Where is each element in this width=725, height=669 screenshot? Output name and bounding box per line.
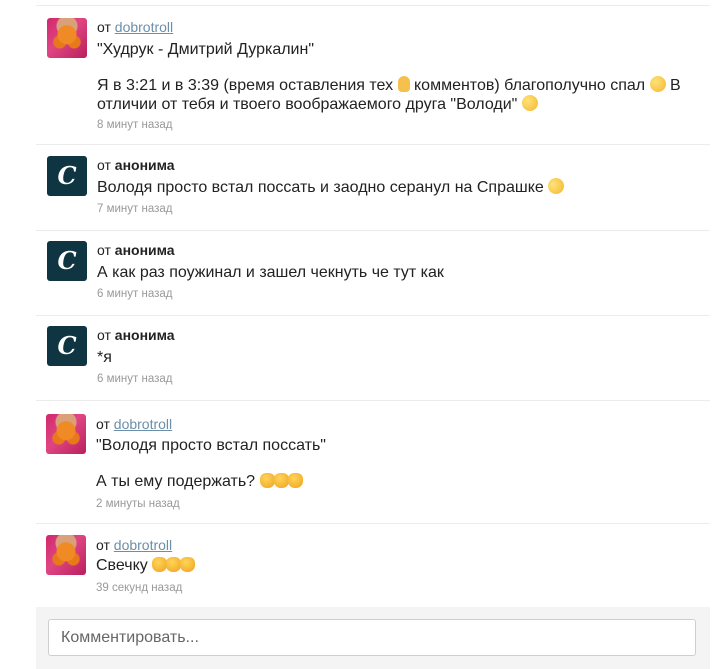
comment-feed: от dobrotroll "Худрук - Дмитрий Дуркалин… [0, 0, 725, 669]
comment-item: от dobrotroll "Володя просто встал посса… [36, 400, 710, 523]
comment-text-line: отличии от тебя и твоего воображаемого д… [97, 95, 538, 115]
spraashivai-logo-icon: C [57, 246, 77, 275]
comment-meta: от анонима [97, 157, 175, 173]
comment-composer [36, 607, 710, 669]
comment-meta: от dobrotroll [97, 19, 173, 35]
author-prefix: от [97, 19, 111, 35]
comment-quote: "Худрук - Дмитрий Дуркалин" [97, 41, 315, 58]
comment-item: C от анонима *я 6 минут назад [36, 315, 710, 400]
comment-text-part: Свечку [96, 557, 148, 574]
author-name: анонима [114, 327, 175, 343]
rolling-laughing-face-icon [545, 175, 567, 197]
crying-laughing-cat-face-icon [287, 473, 303, 488]
comment-meta: от dobrotroll [96, 537, 172, 553]
comment-text: Володя просто встал поссать и заодно сер… [97, 175, 567, 198]
anon-avatar: C [47, 326, 87, 366]
comment-meta: от анонима [97, 327, 175, 343]
winking-face-icon [521, 95, 538, 111]
comment-text: А как раз поужинал и зашел чекнуть че ту… [97, 264, 444, 281]
comment-item: от dobrotroll "Худрук - Дмитрий Дуркалин… [36, 5, 710, 144]
author-prefix: от [97, 327, 111, 343]
author-link[interactable]: dobrotroll [114, 537, 172, 553]
crying-laughing-cat-face-icon [259, 473, 275, 488]
crying-laughing-cat-face-icon [152, 557, 168, 572]
comment-item: C от анонима А как раз поужинал и зашел … [36, 230, 710, 315]
comment-text-part: отличии от тебя и твоего воображаемого д… [97, 96, 518, 113]
comment-text-part: Володя просто встал поссать и заодно сер… [97, 179, 544, 196]
comment-timestamp: 2 минуты назад [96, 498, 180, 510]
comment-text-part: А ты ему подержать? [96, 473, 256, 490]
user-avatar[interactable] [46, 414, 86, 454]
comment-timestamp: 6 минут назад [97, 373, 173, 385]
comment-timestamp: 6 минут назад [97, 288, 173, 300]
comment-text-part: В [670, 77, 681, 94]
pointing-up-hand-icon [397, 76, 410, 92]
spraashivai-logo-icon: C [57, 331, 77, 360]
user-avatar[interactable] [46, 535, 86, 575]
author-prefix: от [96, 537, 110, 553]
winking-face-icon [649, 76, 666, 92]
crying-laughing-cat-face-icon [180, 557, 196, 572]
comment-item: C от анонима Володя просто встал поссать… [36, 144, 710, 230]
comment-text-part: Я в 3:21 и в 3:39 (время оставления тех [97, 77, 394, 94]
author-name: анонима [114, 157, 175, 173]
comment-text: Я в 3:21 и в 3:39 (время оставления тех … [97, 76, 681, 96]
author-link[interactable]: dobrotroll [115, 19, 173, 35]
author-prefix: от [97, 157, 111, 173]
comment-timestamp: 39 секунд назад [96, 582, 183, 594]
anon-avatar: C [47, 241, 87, 281]
crying-laughing-cat-face-icon [273, 473, 289, 488]
comment-quote: "Володя просто встал поссать" [96, 437, 326, 454]
crying-laughing-cat-face-icon [166, 557, 182, 572]
author-prefix: от [96, 416, 110, 432]
comment-meta: от анонима [97, 242, 175, 258]
anon-avatar: C [47, 156, 87, 196]
author-prefix: от [97, 242, 111, 258]
comment-text-part: комментов) благополучно спал [413, 77, 646, 94]
spraashivai-logo-icon: C [57, 161, 77, 190]
comment-text: Свечку [96, 556, 196, 576]
comment-timestamp: 7 минут назад [97, 203, 173, 215]
author-link[interactable]: dobrotroll [114, 416, 172, 432]
comment-input[interactable] [48, 619, 696, 656]
comment-meta: от dobrotroll [96, 416, 172, 432]
author-name: анонима [114, 242, 175, 258]
comment-text: *я [97, 349, 112, 366]
user-avatar[interactable] [47, 18, 87, 58]
comment-item: от dobrotroll Свечку 39 секунд назад [36, 523, 710, 607]
comment-timestamp: 8 минут назад [97, 119, 173, 131]
comment-text: А ты ему подержать? [96, 472, 303, 492]
